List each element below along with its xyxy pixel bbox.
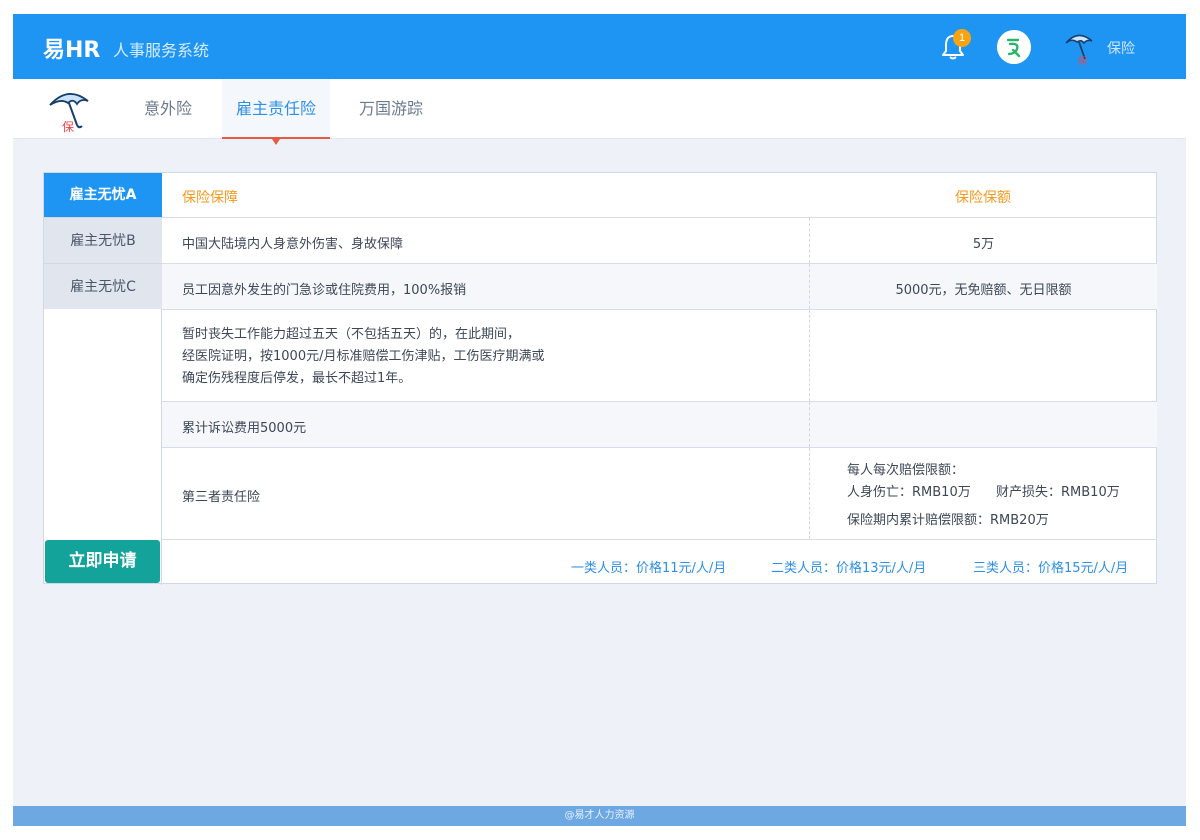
apply-now-button[interactable]: 立即申请 (45, 540, 160, 583)
table-row: 累计诉讼费用5000元 (162, 401, 1157, 447)
plan-c-tab[interactable]: 雇主无忧C (44, 263, 162, 309)
svg-text:保: 保 (62, 120, 74, 133)
amount-line: 保险期内累计赔偿限额：RMB20万 (847, 513, 1049, 528)
tab-bar: 保 意外险 雇主责任险 万国游踪 (13, 79, 1186, 145)
amount-cell (809, 310, 1157, 401)
notification-badge: 1 (953, 29, 971, 47)
table-row: 中国大陆境内人身意外伤害、身故保障 5万 (162, 217, 1157, 263)
tab-world-travel[interactable]: 万国游踪 (347, 79, 435, 139)
amount-cell: 每人每次赔偿限额： 人身伤亡：RMB10万 财产损失：RMB10万 保险期内累计… (809, 448, 1157, 539)
amount-line: 每人每次赔偿限额： (847, 463, 965, 478)
table-row: 第三者责任险 每人每次赔偿限额： 人身伤亡：RMB10万 财产损失：RMB10万… (162, 447, 1157, 539)
amount-line: 财产损失：RMB10万 (996, 485, 1120, 500)
coverage-cell: 中国大陆境内人身意外伤害、身故保障 (182, 237, 404, 252)
svg-text:保: 保 (1078, 55, 1087, 67)
user-name[interactable]: 保险 (1107, 38, 1135, 58)
price-class-1[interactable]: 一类人员：价格11元/人/月 (571, 557, 726, 576)
umbrella-insurance-icon[interactable]: 保 (1060, 29, 1098, 67)
tab-employer-liability-label: 雇主责任险 (235, 99, 316, 118)
tab-employer-liability[interactable]: 雇主责任险 (222, 79, 330, 145)
app-frame: 易HR 人事服务系统 1 保 保险 保 意外险 雇主责任险 万国游踪 雇主无忧A… (13, 14, 1186, 826)
amount-line: 人身伤亡：RMB10万 (847, 485, 971, 500)
table-header-row: 保险保障 保险保额 (162, 173, 1157, 217)
umbrella-logo-icon: 保 (49, 93, 89, 133)
coverage-cell: 暂时丧失工作能力超过五天（不包括五天）的，在此期间， 经医院证明，按1000元/… (182, 324, 544, 390)
table-row: 员工因意外发生的门急诊或住院费用，100%报销 5000元，无免赔额、无日限额 (162, 263, 1157, 309)
table-row: 暂时丧失工作能力超过五天（不包括五天）的，在此期间， 经医院证明，按1000元/… (162, 309, 1157, 401)
tab-accident-insurance[interactable]: 意外险 (131, 79, 205, 139)
app-logo-icon[interactable] (997, 30, 1031, 64)
app-subtitle: 人事服务系统 (113, 41, 210, 60)
footer: @易才人力资源 (13, 806, 1186, 826)
insurance-table: 雇主无忧A 雇主无忧B 雇主无忧C 保险保障 保险保额 中国大陆境内人身意外伤害… (43, 172, 1157, 585)
coverage-line: 经医院证明，按1000元/月标准赔偿工伤津贴，工伤医疗期满或 (182, 349, 545, 364)
amount-cell: 5万 (972, 237, 995, 252)
coverage-line: 暂时丧失工作能力超过五天（不包括五天）的，在此期间， (182, 327, 521, 342)
amount-cell: 5000元，无免赔额、无日限额 (895, 283, 1072, 298)
amount-header: 保险保额 (955, 190, 1011, 206)
plan-a-tab[interactable]: 雇主无忧A (44, 173, 162, 217)
price-class-3[interactable]: 三类人员：价格15元/人/月 (973, 557, 1128, 576)
amount-cell (809, 402, 1157, 447)
coverage-cell: 员工因意外发生的门急诊或住院费用，100%报销 (182, 283, 467, 298)
plan-b-tab[interactable]: 雇主无忧B (44, 217, 162, 263)
top-header: 易HR 人事服务系统 1 保 保险 (13, 14, 1186, 79)
coverage-cell: 累计诉讼费用5000元 (182, 421, 307, 436)
app-logo[interactable]: 易HR (43, 32, 100, 64)
price-class-2[interactable]: 二类人员：价格13元/人/月 (771, 557, 926, 576)
coverage-line: 确定伤残程度后停发，最长不超过1年。 (182, 371, 412, 386)
coverage-header: 保险保障 (182, 190, 238, 206)
coverage-cell: 第三者责任险 (182, 490, 261, 505)
active-tab-caret (272, 139, 280, 145)
